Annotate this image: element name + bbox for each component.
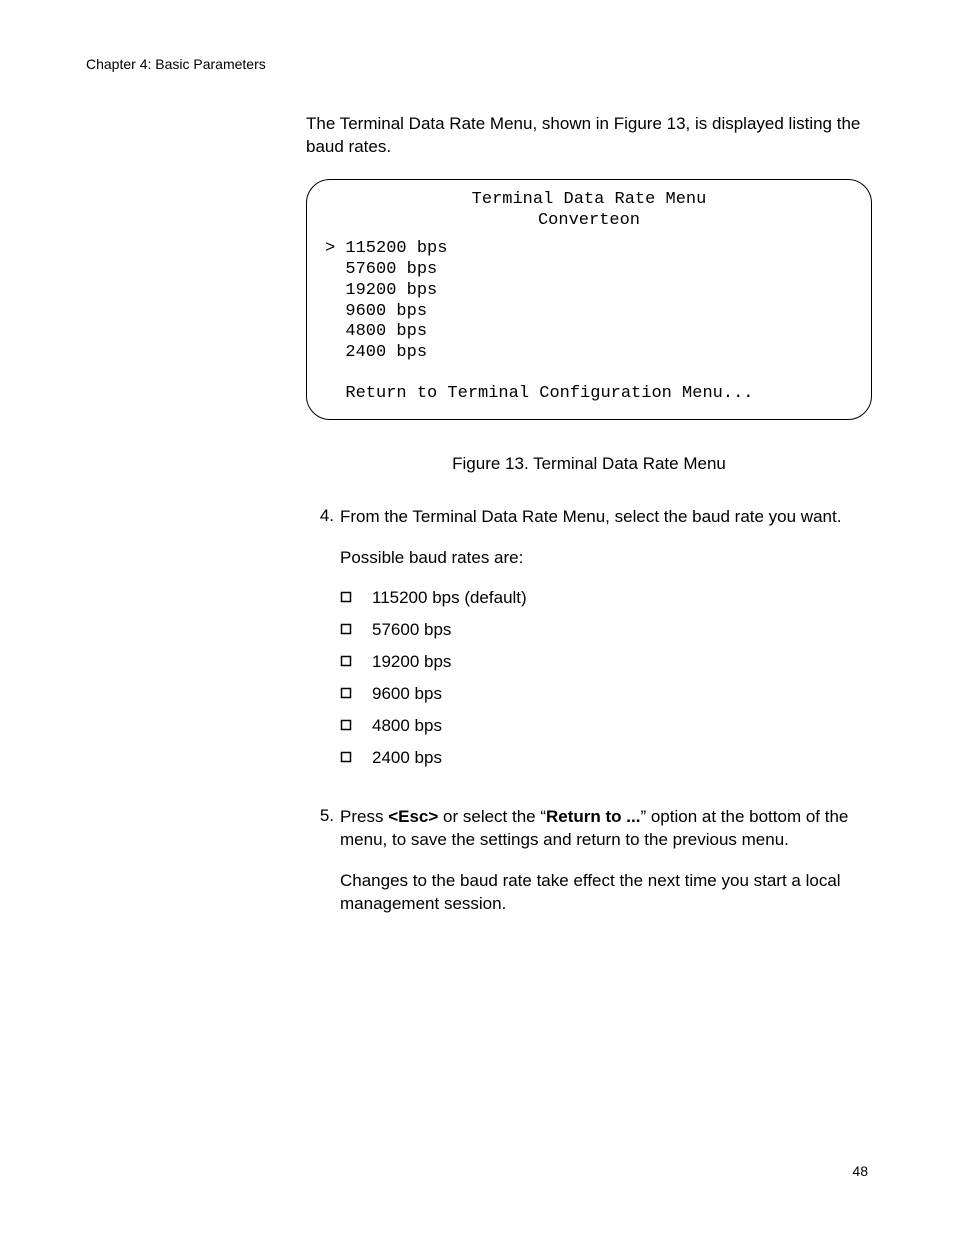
step-5: 5. Press <Esc> or select the “Return to … — [306, 806, 872, 916]
chapter-header: Chapter 4: Basic Parameters — [86, 56, 266, 72]
bullet-icon — [340, 751, 372, 763]
bullet-icon — [340, 591, 372, 603]
step-4-line-1: From the Terminal Data Rate Menu, select… — [340, 506, 872, 529]
list-item: 115200 bps (default) — [340, 588, 872, 608]
bullet-icon — [340, 623, 372, 635]
bullet-label: 19200 bps — [372, 652, 451, 672]
bullet-label: 9600 bps — [372, 684, 442, 704]
bullet-label: 2400 bps — [372, 748, 442, 768]
menu-item-1: 57600 bps — [345, 260, 437, 279]
list-item: 19200 bps — [340, 652, 872, 672]
menu-item-3: 9600 bps — [345, 302, 427, 321]
terminal-menu-box: Terminal Data Rate Menu Converteon > 115… — [306, 179, 872, 420]
menu-item-4: 4800 bps — [345, 322, 427, 341]
baud-rate-list: 115200 bps (default) 57600 bps 19200 bps… — [340, 588, 872, 768]
list-item: 57600 bps — [340, 620, 872, 640]
page-number: 48 — [852, 1163, 868, 1179]
step-5-number: 5. — [306, 806, 340, 916]
list-item: 2400 bps — [340, 748, 872, 768]
bullet-label: 4800 bps — [372, 716, 442, 736]
bullet-icon — [340, 719, 372, 731]
bullet-label: 57600 bps — [372, 620, 451, 640]
menu-title-line-2: Converteon — [325, 211, 853, 232]
menu-cursor: > — [325, 239, 335, 258]
step-5-line-1: Press <Esc> or select the “Return to ...… — [340, 806, 872, 852]
list-item: 9600 bps — [340, 684, 872, 704]
step-4: 4. From the Terminal Data Rate Menu, sel… — [306, 506, 872, 786]
esc-key: <Esc> — [388, 807, 438, 826]
step-4-line-2: Possible baud rates are: — [340, 547, 872, 570]
menu-title-line-1: Terminal Data Rate Menu — [325, 190, 853, 211]
menu-item-5: 2400 bps — [345, 343, 427, 362]
menu-item-2: 19200 bps — [345, 281, 437, 300]
step-4-number: 4. — [306, 506, 340, 786]
content-area: The Terminal Data Rate Menu, shown in Fi… — [306, 113, 872, 936]
figure-caption: Figure 13. Terminal Data Rate Menu — [306, 454, 872, 474]
bullet-label: 115200 bps (default) — [372, 588, 527, 608]
bullet-icon — [340, 655, 372, 667]
list-item: 4800 bps — [340, 716, 872, 736]
intro-paragraph: The Terminal Data Rate Menu, shown in Fi… — [306, 113, 872, 159]
step-5-line-2: Changes to the baud rate take effect the… — [340, 870, 872, 916]
menu-return-line: Return to Terminal Configuration Menu... — [345, 384, 753, 403]
menu-item-0: 115200 bps — [345, 239, 447, 258]
return-to-text: Return to ... — [546, 807, 640, 826]
bullet-icon — [340, 687, 372, 699]
